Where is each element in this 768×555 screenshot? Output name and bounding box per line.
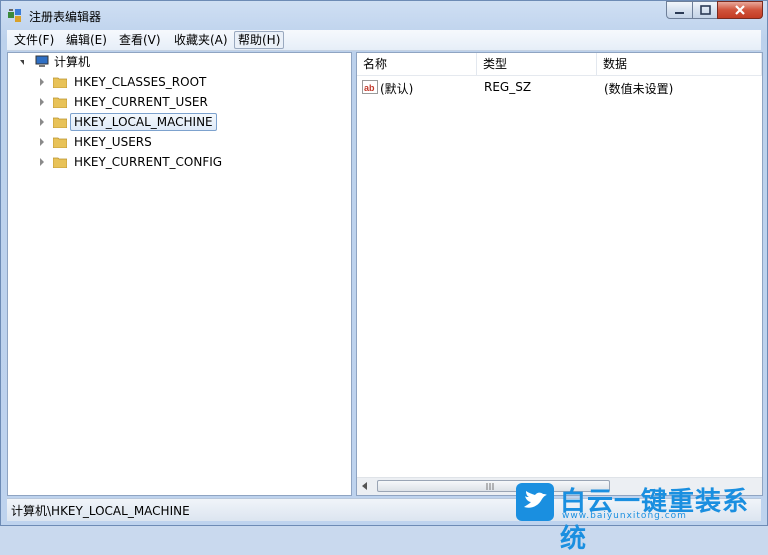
value-name: (默认) bbox=[380, 82, 414, 96]
tree-node-label-selected: HKEY_LOCAL_MACHINE bbox=[70, 113, 217, 131]
computer-icon bbox=[35, 55, 49, 67]
expand-arrow-icon[interactable] bbox=[40, 118, 44, 126]
key-tree[interactable]: 计算机 HKEY_CLASSES_ROOT HKEY_CURRENT_USER … bbox=[7, 52, 352, 496]
menu-edit[interactable]: 编辑(E) bbox=[63, 32, 110, 48]
menu-bar: 文件(F) 编辑(E) 查看(V) 收藏夹(A) 帮助(H) bbox=[7, 30, 761, 51]
registry-app-icon bbox=[8, 9, 21, 22]
folder-icon bbox=[53, 137, 67, 148]
expand-arrow-icon[interactable] bbox=[40, 138, 44, 146]
column-header-type[interactable]: 类型 bbox=[477, 53, 597, 75]
window-controls bbox=[666, 1, 763, 21]
expand-arrow-icon[interactable] bbox=[40, 78, 44, 86]
collapse-arrow-icon[interactable] bbox=[20, 60, 24, 65]
menu-file[interactable]: 文件(F) bbox=[11, 32, 57, 48]
tree-node-hkcr[interactable]: HKEY_CLASSES_ROOT bbox=[40, 73, 340, 91]
watermark-url: www.baiyunxitong.com bbox=[562, 511, 687, 521]
close-button[interactable] bbox=[717, 1, 763, 19]
menu-favorites[interactable]: 收藏夹(A) bbox=[171, 32, 231, 48]
string-value-icon: ab bbox=[362, 80, 378, 94]
menu-help[interactable]: 帮助(H) bbox=[234, 31, 285, 49]
folder-icon bbox=[53, 97, 67, 108]
minimize-button[interactable] bbox=[666, 1, 693, 19]
tree-node-computer[interactable]: 计算机 bbox=[20, 53, 140, 71]
tree-node-hklm[interactable]: HKEY_LOCAL_MACHINE bbox=[40, 113, 340, 131]
value-data: (数值未设置) bbox=[604, 82, 674, 96]
bird-logo-icon bbox=[516, 483, 554, 521]
column-header-data[interactable]: 数据 bbox=[597, 53, 762, 75]
tree-node-hkcu[interactable]: HKEY_CURRENT_USER bbox=[40, 93, 340, 111]
tree-node-label: HKEY_CURRENT_CONFIG bbox=[74, 155, 223, 169]
list-row[interactable]: ab (默认) REG_SZ (数值未设置) bbox=[357, 77, 762, 97]
list-header: 名称 类型 数据 bbox=[357, 53, 762, 76]
folder-icon bbox=[53, 117, 67, 128]
folder-icon bbox=[53, 77, 67, 88]
grip-icon bbox=[486, 483, 494, 490]
restore-icon bbox=[700, 5, 711, 15]
tree-node-label: 计算机 bbox=[54, 55, 91, 69]
folder-icon bbox=[53, 157, 67, 168]
menu-view[interactable]: 查看(V) bbox=[116, 32, 164, 48]
value-list[interactable]: 名称 类型 数据 ab (默认) REG_SZ (数值未设置) bbox=[356, 52, 763, 496]
value-type: REG_SZ bbox=[484, 80, 532, 94]
expand-arrow-icon[interactable] bbox=[40, 158, 44, 166]
minimize-icon bbox=[675, 12, 684, 14]
maximize-button[interactable] bbox=[692, 1, 718, 19]
title-bar[interactable]: 注册表编辑器 bbox=[1, 1, 767, 29]
registry-editor-window: 注册表编辑器 文件(F) 编辑(E) 查看(V) 收藏夹(A) 帮助(H) 计算… bbox=[0, 0, 768, 554]
watermark: 白云一键重装系统 www.baiyunxitong.com bbox=[516, 481, 766, 554]
column-header-name[interactable]: 名称 bbox=[357, 53, 477, 75]
tree-node-label: HKEY_CLASSES_ROOT bbox=[74, 75, 207, 89]
tree-node-label: HKEY_CURRENT_USER bbox=[74, 95, 208, 109]
svg-text:ab: ab bbox=[364, 83, 375, 93]
expand-arrow-icon[interactable] bbox=[40, 98, 44, 106]
tree-node-hku[interactable]: HKEY_USERS bbox=[40, 133, 340, 151]
scroll-left-icon[interactable] bbox=[361, 482, 369, 490]
tree-node-label: HKEY_USERS bbox=[74, 135, 152, 149]
window-title: 注册表编辑器 bbox=[29, 10, 102, 24]
status-path: 计算机\HKEY_LOCAL_MACHINE bbox=[11, 504, 190, 518]
tree-node-hkcc[interactable]: HKEY_CURRENT_CONFIG bbox=[40, 153, 340, 171]
close-icon bbox=[735, 5, 745, 15]
